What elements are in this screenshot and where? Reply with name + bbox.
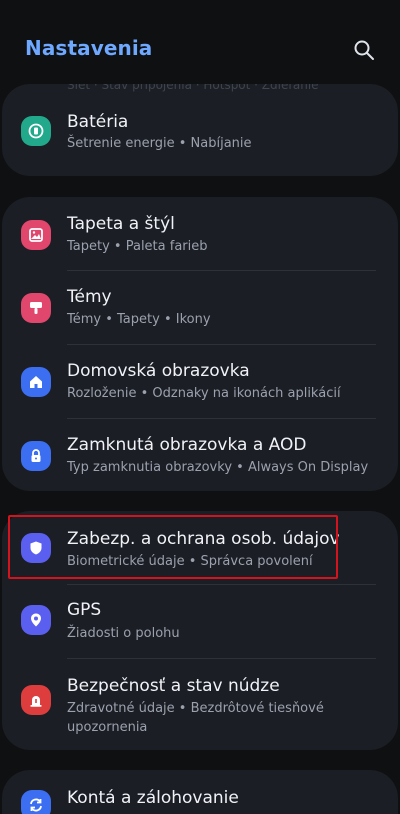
wallpaper-icon [21, 220, 51, 250]
emergency-subtitle: Zdravotné údaje • Bezdrôtové tiesňové up… [67, 701, 324, 735]
home-screen-subtitle: Rozloženie • Odznaky na ikonách aplikáci… [67, 386, 341, 401]
settings-item-emergency[interactable]: Bezpečnosť a stav núdze Zdravotné údaje … [2, 659, 398, 750]
settings-item-wallpaper[interactable]: Tapeta a štýl Tapety • Paleta farieb [2, 197, 398, 269]
settings-group-accounts: Kontá a zálohovanie [2, 770, 398, 814]
emergency-icon [21, 685, 51, 715]
emergency-title: Bezpečnosť a stav núdze [67, 676, 280, 696]
themes-title: Témy [67, 287, 112, 307]
settings-item-battery[interactable]: Batéria Šetrenie energie • Nabíjanie [2, 84, 398, 176]
settings-group-top: Sieť · Stav pripojenia · Hotspot · Zdieľ… [2, 84, 398, 176]
lock-screen-title: Zamknutá obrazovka a AOD [67, 435, 307, 455]
battery-icon [21, 116, 51, 146]
settings-item-security-privacy[interactable]: Zabezp. a ochrana osob. údajov Biometric… [2, 511, 398, 584]
settings-item-themes[interactable]: Témy Témy • Tapety • Ikony [2, 271, 398, 344]
accounts-backup-title: Kontá a zálohovanie [67, 788, 239, 808]
search-icon[interactable] [352, 38, 376, 62]
settings-item-accounts-backup[interactable]: Kontá a zálohovanie [2, 770, 398, 814]
security-privacy-subtitle: Biometrické údaje • Správca povolení [67, 554, 313, 569]
settings-item-lock-screen[interactable]: Zamknutá obrazovka a AOD Typ zamknutia o… [2, 419, 398, 491]
sync-icon [21, 790, 51, 814]
themes-icon [21, 293, 51, 323]
lock-screen-subtitle: Typ zamknutia obrazovky • Always On Disp… [67, 460, 369, 475]
settings-group-security: Zabezp. a ochrana osob. údajov Biometric… [2, 511, 398, 750]
themes-subtitle: Témy • Tapety • Ikony [67, 312, 211, 327]
gps-subtitle: Žiadosti o polohu [67, 626, 180, 641]
security-privacy-title: Zabezp. a ochrana osob. údajov [67, 529, 340, 549]
gps-title: GPS [67, 600, 102, 620]
settings-screen: Nastavenia Sieť · Stav pripojenia · Hots… [0, 0, 400, 814]
shield-icon [21, 533, 51, 563]
settings-group-personalization: Tapeta a štýl Tapety • Paleta farieb Tém… [2, 197, 398, 491]
battery-subtitle: Šetrenie energie • Nabíjanie [67, 136, 252, 151]
settings-item-home-screen[interactable]: Domovská obrazovka Rozloženie • Odznaky … [2, 345, 398, 418]
wallpaper-title: Tapeta a štýl [67, 214, 175, 234]
settings-item-gps[interactable]: GPS Žiadosti o polohu [2, 585, 398, 658]
battery-title: Batéria [67, 112, 129, 132]
page-title: Nastavenia [25, 36, 153, 60]
wallpaper-subtitle: Tapety • Paleta farieb [67, 239, 208, 254]
home-screen-title: Domovská obrazovka [67, 361, 250, 381]
home-icon [21, 367, 51, 397]
location-pin-icon [21, 605, 51, 635]
lock-icon [21, 441, 51, 471]
app-header: Nastavenia [0, 0, 400, 84]
